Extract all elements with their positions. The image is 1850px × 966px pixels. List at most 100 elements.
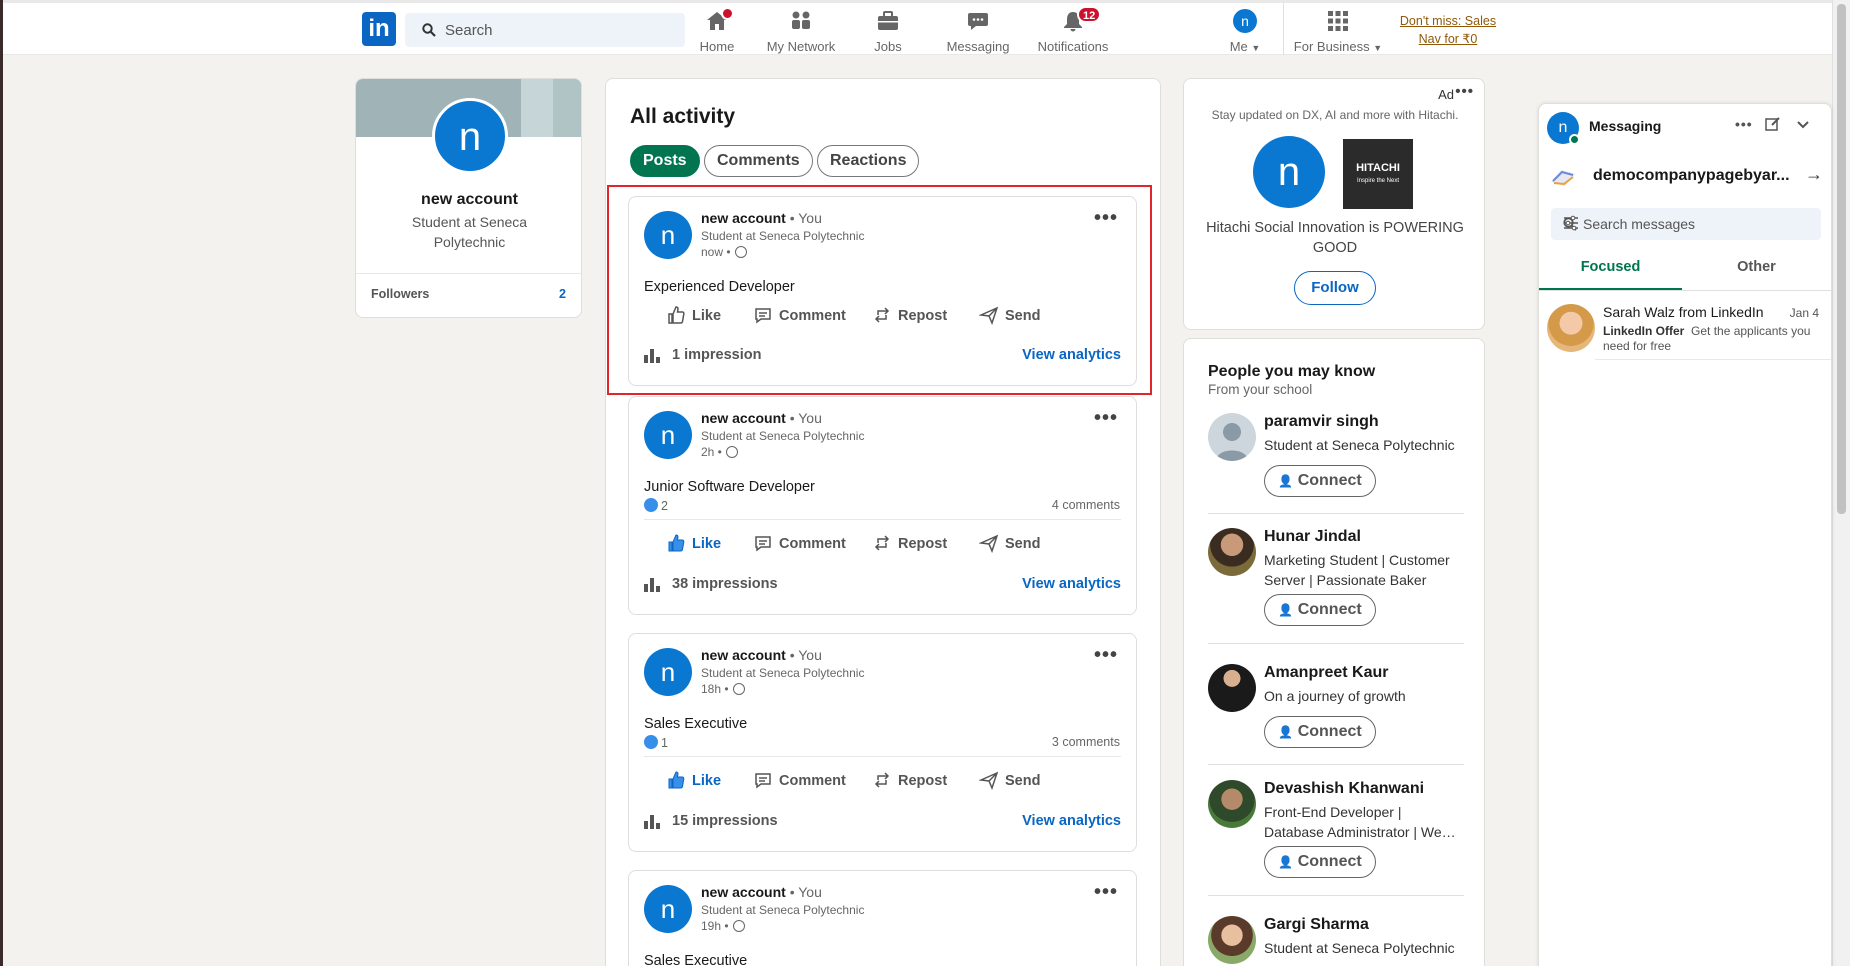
search-input[interactable] [445,13,675,47]
message-search[interactable] [1551,208,1821,240]
person-avatar[interactable] [1208,413,1256,461]
globe-icon [732,920,745,932]
compose-icon[interactable] [1765,116,1781,135]
company-name: democompanypagebyar... [1593,167,1790,184]
more-options-icon[interactable]: ••• [1094,644,1118,667]
person-headline: Student at Seneca Polytechnic [1264,437,1455,453]
hitachi-logo[interactable]: HITACHI Inspire the Next [1343,139,1413,209]
comments-count[interactable]: 4 comments [1052,498,1120,512]
person-avatar[interactable] [1208,664,1256,712]
messaging-icon [943,9,1013,33]
repost-button[interactable]: Repost [872,766,947,796]
nav-notifications[interactable]: 12 Notifications [1025,6,1121,54]
connect-button[interactable]: 👤 Connect [1264,594,1376,626]
connect-button[interactable]: 👤 Connect [1264,465,1376,497]
tab-focused[interactable]: Focused [1539,252,1682,290]
connect-button[interactable]: 👤 Connect [1264,846,1376,878]
nav-for-business[interactable]: For Business ▼ [1293,9,1383,54]
comment-icon [755,773,771,789]
post-card: n new account • You Student at Seneca Po… [628,396,1137,615]
post-author-avatar[interactable]: n [644,411,692,459]
divider [644,756,1121,757]
scrollbar-thumb[interactable] [1837,4,1846,514]
like-reaction-icon [644,735,658,749]
connect-button[interactable]: 👤 Connect [1264,716,1376,748]
post-author-name[interactable]: new account • You [701,647,822,663]
like-button[interactable]: Like [666,766,721,796]
search-messages-input[interactable] [1583,208,1783,240]
nav-messaging[interactable]: Messaging [943,9,1013,54]
view-analytics-link[interactable]: View analytics [1022,572,1121,596]
ad-more-options-icon[interactable]: ••• [1455,83,1474,100]
pymk-subtitle: From your school [1208,382,1313,397]
add-person-icon: 👤 [1278,474,1294,488]
profile-name[interactable]: new account [356,191,581,209]
post-author-avatar[interactable]: n [644,648,692,696]
linkedin-logo[interactable]: in [362,12,396,46]
profile-avatar[interactable]: n [432,98,508,174]
more-options-icon[interactable]: ••• [1735,116,1753,132]
follow-button[interactable]: Follow [1294,271,1376,305]
nav-me[interactable]: n Me ▼ [1223,9,1267,54]
person-avatar[interactable] [1208,916,1256,964]
nav-home-label: Home [699,39,735,54]
nav-my-network[interactable]: My Network [753,9,849,54]
impressions[interactable]: 38 impressions [644,572,778,596]
post-author-avatar[interactable]: n [644,885,692,933]
tab-reactions[interactable]: Reactions [817,145,920,177]
tab-comments[interactable]: Comments [704,145,813,177]
messaging-title[interactable]: Messaging [1589,118,1661,134]
comment-button[interactable]: Comment [753,766,846,796]
nav-jobs[interactable]: Jobs [863,9,913,54]
person-avatar[interactable] [1208,528,1256,576]
arrow-right-icon[interactable]: → [1805,164,1823,185]
more-options-icon[interactable]: ••• [1094,407,1118,430]
ad-text: Hitachi Social Innovation is POWERING GO… [1206,220,1464,256]
nav-home[interactable]: Home [688,7,746,54]
followers-count[interactable]: 2 [559,287,566,301]
person-name[interactable]: Hunar Jindal [1264,528,1361,546]
person-name[interactable]: Devashish Khanwani [1264,780,1424,798]
tab-other[interactable]: Other [1685,252,1828,290]
chevron-down-icon[interactable] [1795,116,1811,135]
reaction-count[interactable]: 2 [644,498,668,513]
like-button[interactable]: Like [666,529,721,559]
divider [644,519,1121,520]
nav-notifications-label: Notifications [1037,39,1109,54]
post-author-name[interactable]: new account • You [701,410,822,426]
online-status-dot [1569,134,1580,145]
tab-posts[interactable]: Posts [630,145,700,177]
window-left-edge [0,0,3,966]
nav-divider [1283,3,1284,55]
comment-button[interactable]: Comment [753,529,846,559]
search-box[interactable] [405,13,685,47]
post-author-name[interactable]: new account • You [701,884,822,900]
impressions[interactable]: 15 impressions [644,809,778,833]
global-nav: in Home My Network Jobs Messaging 12 Not… [3,3,1832,55]
send-icon [978,534,999,554]
conversation-item[interactable]: Sarah Walz from LinkedIn Jan 4 LinkedIn … [1539,292,1831,360]
conversation-preview: LinkedIn Offer Get the applicants you ne… [1603,324,1811,353]
person-name[interactable]: Amanpreet Kaur [1264,664,1388,682]
filter-icon [1564,215,1578,231]
send-button[interactable]: Send [978,529,1040,559]
sales-nav-promo-link[interactable]: Don't miss: Sales Nav for ₹0 [1393,12,1503,48]
view-analytics-link[interactable]: View analytics [1022,809,1121,833]
post-text: Junior Software Developer [644,479,815,495]
person-name[interactable]: Gargi Sharma [1264,916,1369,934]
comments-count[interactable]: 3 comments [1052,735,1120,749]
repost-icon [874,535,890,551]
repost-button[interactable]: Repost [872,529,947,559]
pymk-title: People you may know [1208,363,1376,380]
vertical-scrollbar[interactable] [1832,0,1850,966]
followers-label[interactable]: Followers [371,287,429,301]
person-avatar[interactable] [1208,780,1256,828]
repost-icon [874,772,890,788]
more-options-icon[interactable]: ••• [1094,881,1118,904]
company-page-switcher[interactable]: democompanypagebyar... → [1549,164,1823,192]
send-button[interactable]: Send [978,766,1040,796]
chevron-down-icon: ▼ [1251,43,1261,53]
reaction-count[interactable]: 1 [644,735,668,750]
notifications-badge: 12 [1077,6,1102,23]
person-name[interactable]: paramvir singh [1264,413,1379,431]
